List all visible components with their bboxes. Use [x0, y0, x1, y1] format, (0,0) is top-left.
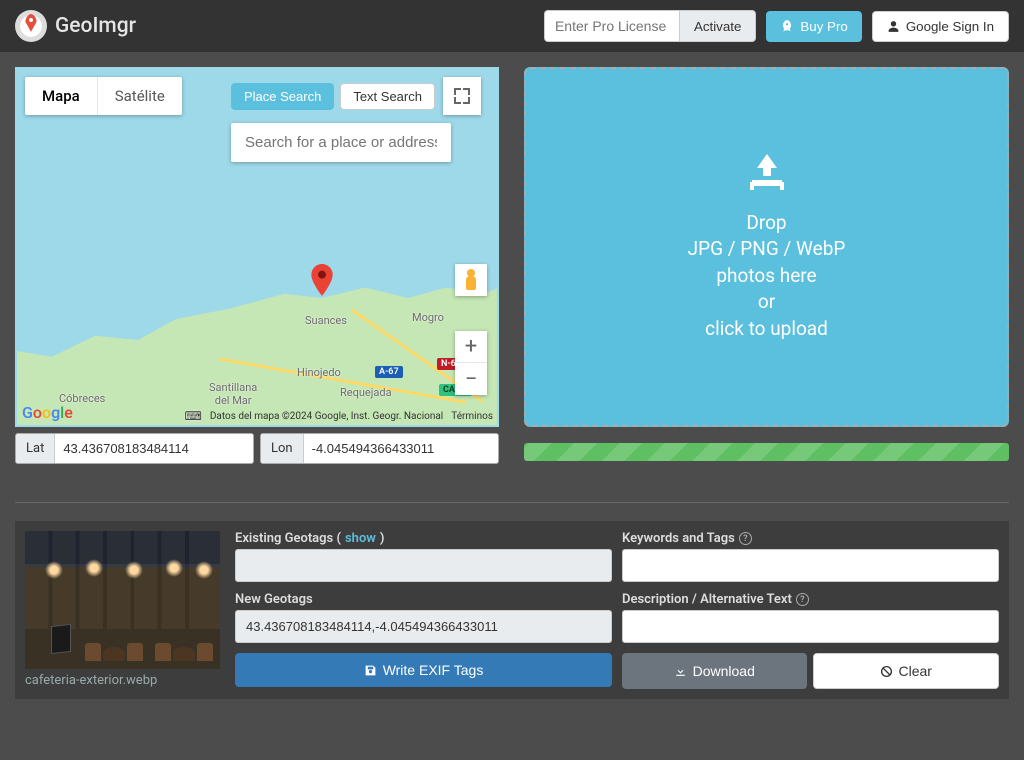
place-santillana: Santillana del Mar: [209, 381, 257, 407]
divider: [15, 502, 1009, 503]
text-search-button[interactable]: Text Search: [340, 83, 435, 110]
save-icon: [364, 664, 377, 677]
upload-progress: [524, 443, 1009, 461]
zoom-out-button[interactable]: −: [455, 363, 487, 395]
map-attribution: ⌨ Datos del mapa ©2024 Google, Inst. Geo…: [184, 409, 493, 423]
license-input[interactable]: [544, 10, 679, 42]
header-bar: GeoImgr Activate Buy Pro Google Sign In: [0, 0, 1024, 52]
help-icon[interactable]: ?: [739, 532, 752, 545]
zoom-in-button[interactable]: +: [455, 331, 487, 363]
image-details-panel: cafeteria-exterior.webp Existing Geotags…: [15, 521, 1009, 699]
license-group: Activate: [544, 10, 756, 42]
lat-input[interactable]: [55, 434, 253, 463]
zoom-controls: + −: [455, 331, 487, 395]
pegman-icon: [464, 269, 478, 291]
download-icon: [674, 665, 687, 678]
lat-label: Lat: [16, 434, 55, 463]
lon-label: Lon: [261, 434, 304, 463]
activate-button[interactable]: Activate: [679, 10, 756, 42]
ban-icon: [880, 665, 893, 678]
help-icon[interactable]: ?: [796, 593, 809, 606]
new-geotags-input[interactable]: [235, 610, 612, 643]
place-suances: Suances: [305, 314, 347, 327]
new-geotags-label: New Geotags: [235, 592, 612, 607]
description-input[interactable]: [622, 610, 999, 643]
image-thumbnail[interactable]: [25, 531, 220, 669]
download-button[interactable]: Download: [622, 653, 807, 689]
map-marker-icon[interactable]: [311, 264, 333, 296]
thumbnail-filename: cafeteria-exterior.webp: [25, 673, 220, 688]
place-search-button[interactable]: Place Search: [231, 83, 334, 110]
write-exif-button[interactable]: Write EXIF Tags: [235, 653, 612, 687]
map-type-tabs: Mapa Satélite: [25, 77, 182, 115]
clear-button[interactable]: Clear: [813, 653, 1000, 689]
description-label: Description / Alternative Text ?: [622, 592, 999, 607]
tab-map[interactable]: Mapa: [25, 77, 98, 115]
keywords-input[interactable]: [622, 549, 999, 582]
upload-dropzone[interactable]: Drop JPG / PNG / WebP photos here or cli…: [524, 67, 1009, 427]
lon-input[interactable]: [304, 434, 498, 463]
logo-icon: [15, 10, 47, 42]
keyboard-icon[interactable]: ⌨: [184, 409, 201, 423]
place-mogro: Mogro: [412, 311, 444, 324]
keywords-label: Keywords and Tags ?: [622, 531, 999, 546]
show-link[interactable]: show: [345, 531, 376, 546]
brand[interactable]: GeoImgr: [15, 10, 136, 42]
map-view[interactable]: A-67 N-6 CA-23 Suances Mogro Hinojedo Re…: [15, 67, 499, 427]
upload-icon: [744, 152, 790, 192]
fullscreen-icon: [454, 88, 470, 104]
lat-group: Lat: [15, 433, 254, 464]
google-signin-button[interactable]: Google Sign In: [872, 11, 1009, 42]
road-shield-a67: A-67: [375, 366, 403, 378]
google-logo: Google: [22, 403, 73, 422]
existing-geotags-label: Existing Geotags (show): [235, 531, 612, 546]
lon-group: Lon: [260, 433, 499, 464]
place-requejada: Requejada: [340, 386, 392, 399]
place-search-input[interactable]: [231, 123, 451, 162]
buy-pro-button[interactable]: Buy Pro: [766, 11, 861, 42]
pegman-control[interactable]: [455, 264, 487, 296]
brand-text: GeoImgr: [55, 14, 136, 38]
terms-link[interactable]: Términos: [451, 411, 493, 422]
existing-geotags-input[interactable]: [235, 549, 612, 582]
rocket-icon: [780, 19, 794, 33]
user-icon: [887, 20, 900, 33]
place-hinojedo: Hinojedo: [297, 366, 341, 379]
fullscreen-button[interactable]: [443, 77, 481, 115]
tab-satellite[interactable]: Satélite: [98, 77, 182, 115]
